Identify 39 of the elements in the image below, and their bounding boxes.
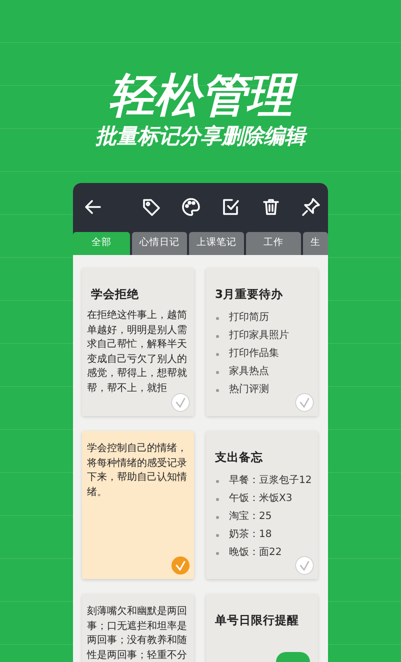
tab[interactable]: 生 — [303, 232, 328, 255]
list-item: 打印作品集 — [211, 345, 313, 364]
tag-icon[interactable] — [141, 197, 161, 217]
list-item: 午饭：米饭X3 — [211, 490, 313, 508]
note-title: 3月重要待办 — [215, 286, 284, 303]
check-icon[interactable] — [171, 393, 190, 412]
list-item: 家具热点 — [211, 363, 313, 382]
list-item: 晚饭：面22 — [211, 544, 313, 562]
note-card[interactable]: 刻薄嘴欠和幽默是两回事；口无遮拦和坦率是两回事；没有教养和随性是两回事；轻重不分 — [82, 594, 194, 662]
list-item: 早餐：豆浆包子12 — [211, 472, 313, 490]
note-card[interactable]: 单号日限行提醒 — [206, 594, 318, 662]
list-item: 淘宝：25 — [211, 508, 313, 526]
note-text: 学会控制自己的情绪，将每种情绪的感受记录下来，帮助自己认知情绪。 — [87, 442, 188, 500]
trash-icon[interactable] — [261, 197, 281, 217]
check-icon[interactable] — [171, 556, 190, 575]
list-item: 热门评测 — [211, 381, 313, 400]
check-icon[interactable] — [295, 393, 314, 412]
note-card[interactable]: 3月重要待办 打印简历 打印家具照片 打印作品集 家具热点 热门评测 — [206, 268, 318, 416]
note-title: 支出备忘 — [215, 449, 264, 466]
tab[interactable]: 上课笔记 — [189, 232, 244, 255]
note-text: 在拒绝这件事上，越简单越好，明明是别人需求自己帮忙，解释半天变成自己亏欠了别人的感觉，帮得上，想帮就帮，帮不上，就拒 — [87, 309, 188, 396]
tab[interactable]: 工作 — [246, 232, 301, 255]
back-icon[interactable] — [83, 197, 103, 217]
list-item: 奶茶：18 — [211, 526, 313, 544]
tab[interactable]: 心情日记 — [132, 232, 187, 255]
list-item: 打印家具照片 — [211, 327, 313, 346]
headline: 轻松管理 — [98, 68, 302, 122]
checkbox-icon[interactable] — [221, 197, 241, 217]
note-text: 刻薄嘴欠和幽默是两回事；口无遮拦和坦率是两回事；没有教养和随性是两回事；轻重不分 — [87, 605, 188, 662]
note-card[interactable]: 学会控制自己的情绪，将每种情绪的感受记录下来，帮助自己认知情绪。 — [82, 431, 194, 579]
note-title: 单号日限行提醒 — [215, 612, 300, 629]
check-icon[interactable] — [295, 556, 314, 575]
note-title: 学会拒绝 — [91, 286, 140, 303]
note-card[interactable]: 学会拒绝 在拒绝这件事上，越简单越好，明明是别人需求自己帮忙，解释半天变成自己亏欠了别人的感觉，帮得上，想帮就帮，帮不上，就拒 — [82, 268, 194, 416]
list-item: 打印简历 — [211, 309, 313, 328]
palette-icon[interactable] — [181, 197, 201, 217]
subtitle: 批量标记分享删除编辑 — [94, 123, 308, 150]
note-card[interactable]: 支出备忘 早餐：豆浆包子12 午饭：米饭X3 淘宝：25 奶茶：18 晚饭：面22 — [206, 431, 318, 579]
pin-icon[interactable] — [301, 197, 321, 217]
